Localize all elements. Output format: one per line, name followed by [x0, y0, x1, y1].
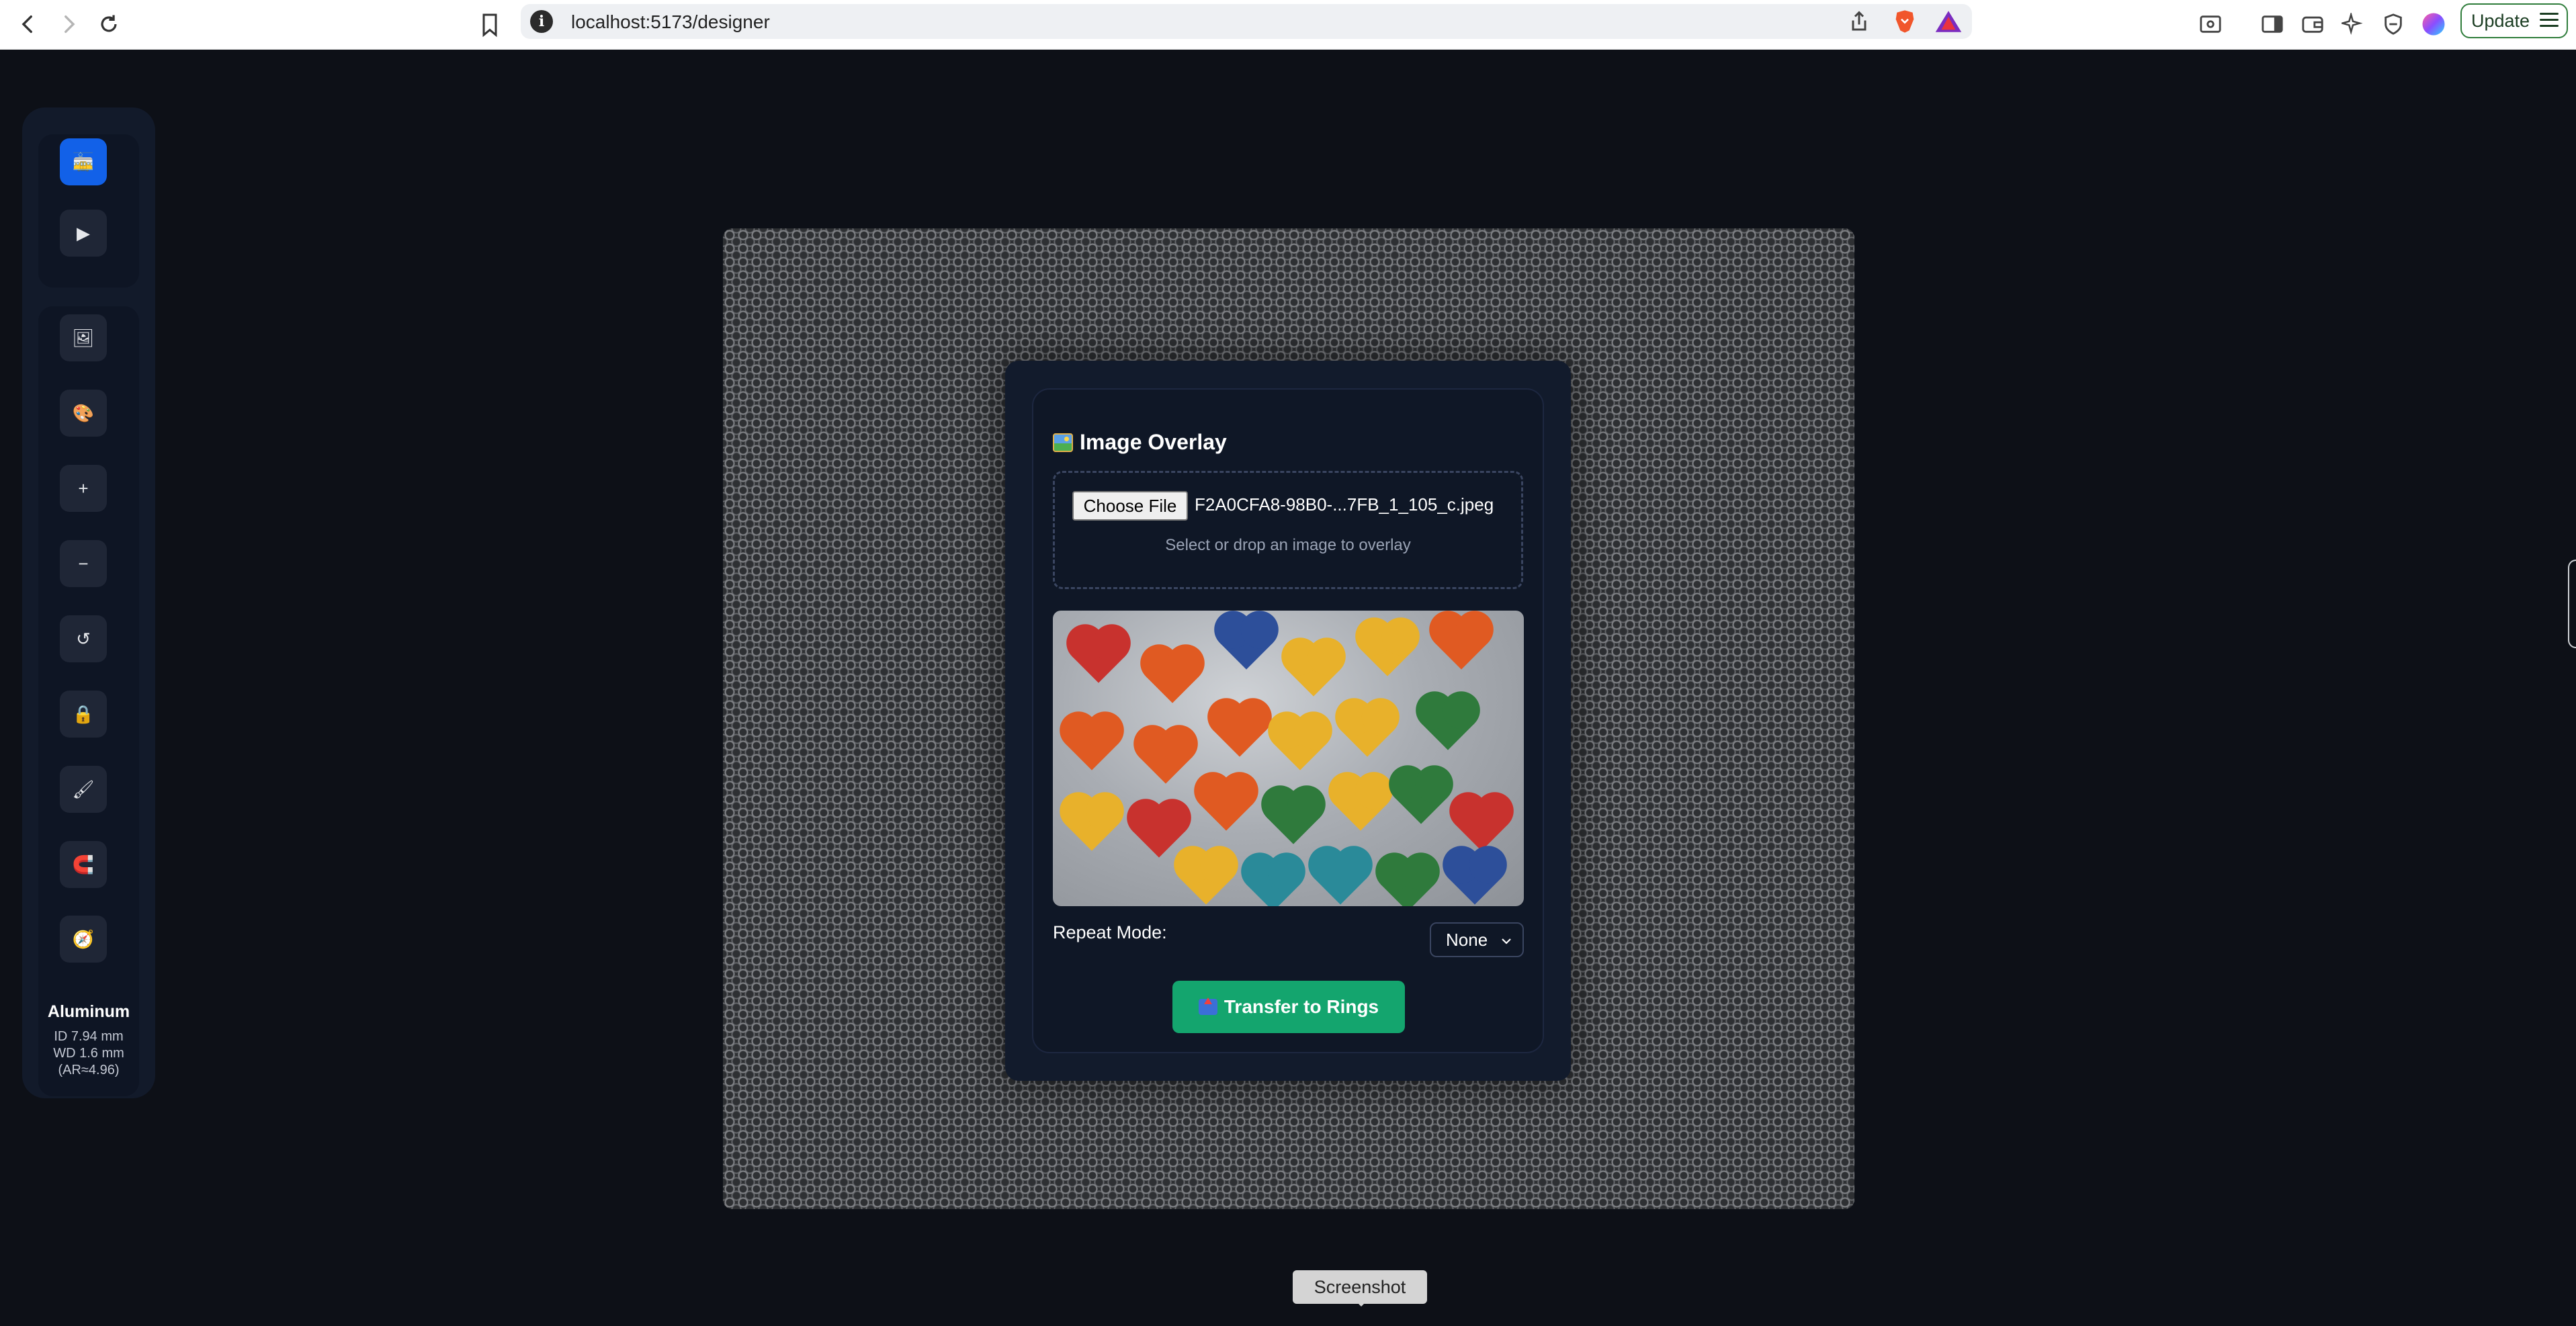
play-icon[interactable]: ▶: [60, 210, 107, 257]
heart-shape: [1314, 851, 1367, 905]
overlay-image-preview: [1053, 611, 1524, 906]
palette-icon[interactable]: 🎨: [60, 390, 107, 437]
leo-ai-icon[interactable]: [2338, 9, 2368, 39]
selected-file-name: F2A0CFA8-98B0-...7FB_1_105_c.jpeg: [1195, 494, 1494, 515]
heart-shape: [1246, 858, 1300, 906]
repeat-mode-select[interactable]: None: [1430, 922, 1524, 957]
heart-shape: [1394, 770, 1448, 824]
overlay-title-text: Image Overlay: [1080, 430, 1227, 454]
wallet-icon[interactable]: [2298, 9, 2327, 39]
profile-avatar-icon[interactable]: [2419, 9, 2448, 39]
brave-shields-icon[interactable]: [1891, 8, 1918, 35]
heart-shape: [1340, 703, 1394, 757]
url-text[interactable]: localhost:5173/designer: [571, 11, 770, 33]
dropzone-hint: Select or drop an image to overlay: [1165, 536, 1411, 554]
framed-picture-icon: [1053, 433, 1073, 452]
material-aspect-ratio: (AR≈4.96): [58, 1063, 120, 1077]
heart-shape: [1421, 697, 1475, 750]
reset-icon[interactable]: ↺: [60, 615, 107, 662]
address-bar[interactable]: i localhost:5173/designer: [521, 4, 1972, 39]
menu-icon: [2540, 13, 2559, 31]
sidebar-toggle-icon[interactable]: [2258, 9, 2287, 39]
vpn-shield-icon[interactable]: [2378, 9, 2408, 39]
heart-shape: [1065, 717, 1119, 770]
heart-shape: [1334, 777, 1387, 831]
material-wire-diameter: WD 1.6 mm: [53, 1046, 124, 1061]
heart-shape: [1213, 703, 1266, 757]
update-label: Update: [2471, 10, 2530, 31]
heart-shape: [1381, 858, 1434, 906]
repeat-mode-value: None: [1446, 929, 1488, 950]
forward-icon[interactable]: [51, 7, 86, 42]
outbox-tray-icon: [1198, 998, 1217, 1015]
brave-rewards-icon[interactable]: [1934, 9, 1963, 34]
repeat-mode-label: Repeat Mode:: [1053, 922, 1167, 942]
material-inner-diameter: ID 7.94 mm: [54, 1029, 124, 1044]
zoom-in-icon[interactable]: +: [60, 465, 107, 512]
heart-shape: [1199, 777, 1253, 831]
image-dropzone[interactable]: [1053, 471, 1523, 589]
reload-icon[interactable]: [91, 7, 126, 42]
edge-drawer-handle[interactable]: [2568, 560, 2576, 648]
heart-shape: [1361, 623, 1414, 676]
screenshot-icon[interactable]: [2196, 9, 2225, 39]
cable-car-icon[interactable]: 🚋: [60, 138, 107, 185]
transfer-label: Transfer to Rings: [1223, 996, 1379, 1017]
heart-shape: [1287, 643, 1340, 697]
chevron-down-icon: [1502, 938, 1511, 944]
tool-sidebar: 🚋 ▶ 🖼 🎨 + − ↺ 🔒 🖌 🧲 🧭 Aluminum ID 7.94 m…: [22, 107, 155, 1098]
heart-shape: [1266, 791, 1320, 844]
share-icon[interactable]: [1847, 9, 1871, 34]
bookmark-icon[interactable]: [474, 8, 506, 42]
lock-icon[interactable]: 🔒: [60, 691, 107, 738]
choose-file-button[interactable]: Choose File: [1072, 491, 1188, 521]
heart-shape: [1146, 650, 1199, 703]
brush-icon[interactable]: 🖌: [60, 766, 107, 813]
heart-shape: [1219, 616, 1273, 670]
heart-shape: [1132, 804, 1186, 858]
back-icon[interactable]: [11, 7, 46, 42]
image-icon[interactable]: 🖼: [60, 314, 107, 361]
compass-icon[interactable]: 🧭: [60, 916, 107, 963]
update-button[interactable]: Update: [2460, 3, 2568, 38]
heart-shape: [1065, 797, 1119, 851]
zoom-out-icon[interactable]: −: [60, 540, 107, 587]
site-info-icon[interactable]: i: [530, 10, 553, 33]
material-name: Aluminum: [47, 1002, 130, 1021]
heart-shape: [1072, 629, 1125, 683]
overlay-title: Image Overlay: [1053, 430, 1227, 455]
heart-shape: [1273, 717, 1327, 770]
screenshot-tooltip: Screenshot: [1293, 1270, 1427, 1307]
transfer-to-rings-button[interactable]: Transfer to Rings: [1172, 981, 1405, 1033]
heart-shape: [1139, 730, 1193, 784]
heart-shape: [1448, 851, 1502, 905]
heart-shape: [1179, 851, 1233, 905]
heart-shape: [1455, 797, 1508, 851]
browser-toolbar: i localhost:5173/designer Update: [0, 0, 2576, 50]
heart-shape: [1434, 616, 1488, 670]
magnet-icon[interactable]: 🧲: [60, 841, 107, 888]
